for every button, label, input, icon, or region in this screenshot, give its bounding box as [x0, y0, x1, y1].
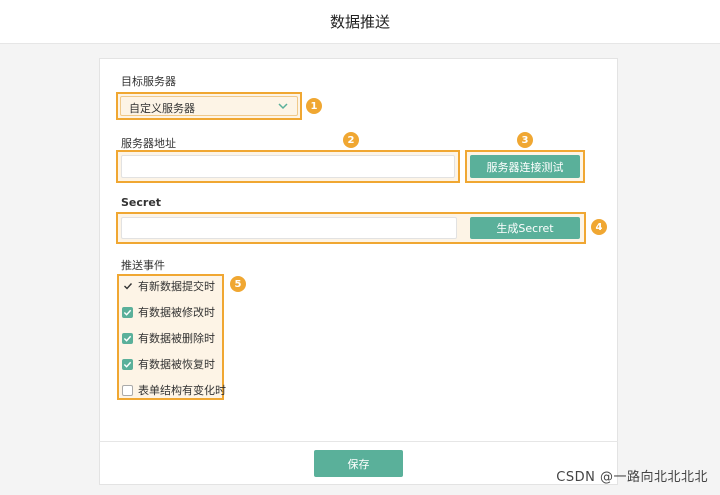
checkbox-checked-icon[interactable] — [122, 306, 133, 318]
event-option-label: 有数据被修改时 — [138, 306, 215, 319]
chevron-down-icon — [278, 103, 288, 110]
push-events-highlight: 有新数据提交时 有数据被修改时 有数据被删除时 有数据被恢复时 表单结构有变化时 — [117, 274, 226, 400]
event-option-label: 有数据被恢复时 — [138, 358, 215, 371]
callout-badge-5: 5 — [230, 276, 246, 292]
settings-card — [99, 58, 618, 485]
event-option-deleted[interactable]: 有数据被删除时 — [122, 330, 215, 346]
event-option-restored[interactable]: 有数据被恢复时 — [122, 356, 215, 372]
callout-badge-3: 3 — [517, 132, 533, 148]
checkmark-icon — [122, 281, 133, 292]
target-server-value: 自定义服务器 — [129, 102, 195, 115]
checkbox-unchecked-icon[interactable] — [122, 384, 133, 396]
save-button[interactable]: 保存 — [314, 450, 403, 477]
page-title: 数据推送 — [329, 13, 390, 31]
target-server-label: 目标服务器 — [121, 75, 176, 88]
event-option-label: 有新数据提交时 — [138, 280, 215, 293]
test-button-highlight: 服务器连接测试 — [465, 150, 585, 183]
event-option-new-submission[interactable]: 有新数据提交时 — [122, 278, 215, 294]
checkbox-checked-icon[interactable] — [122, 332, 133, 344]
secret-input[interactable] — [121, 217, 457, 239]
server-address-label: 服务器地址 — [121, 137, 176, 150]
callout-badge-4: 4 — [591, 219, 607, 235]
server-connection-test-button[interactable]: 服务器连接测试 — [470, 155, 580, 178]
push-events-label: 推送事件 — [121, 259, 165, 272]
event-option-label: 表单结构有变化时 — [138, 384, 226, 397]
checkbox-checked-icon[interactable] — [122, 358, 133, 370]
callout-badge-1: 1 — [306, 98, 322, 114]
event-option-structure-changed[interactable]: 表单结构有变化时 — [122, 382, 226, 398]
watermark: CSDN @一路向北北北北 — [556, 470, 708, 485]
server-address-highlight — [116, 150, 460, 183]
secret-highlight: 生成Secret — [116, 212, 586, 244]
secret-label: Secret — [121, 196, 162, 209]
event-option-label: 有数据被删除时 — [138, 332, 215, 345]
callout-badge-2: 2 — [343, 132, 359, 148]
target-server-select[interactable]: 自定义服务器 — [120, 96, 298, 116]
top-bar: 数据推送 — [0, 0, 720, 44]
generate-secret-button[interactable]: 生成Secret — [470, 217, 580, 239]
target-server-highlight: 自定义服务器 — [116, 92, 302, 120]
event-option-modified[interactable]: 有数据被修改时 — [122, 304, 215, 320]
server-address-input[interactable] — [121, 155, 455, 178]
footer-divider — [99, 441, 618, 442]
